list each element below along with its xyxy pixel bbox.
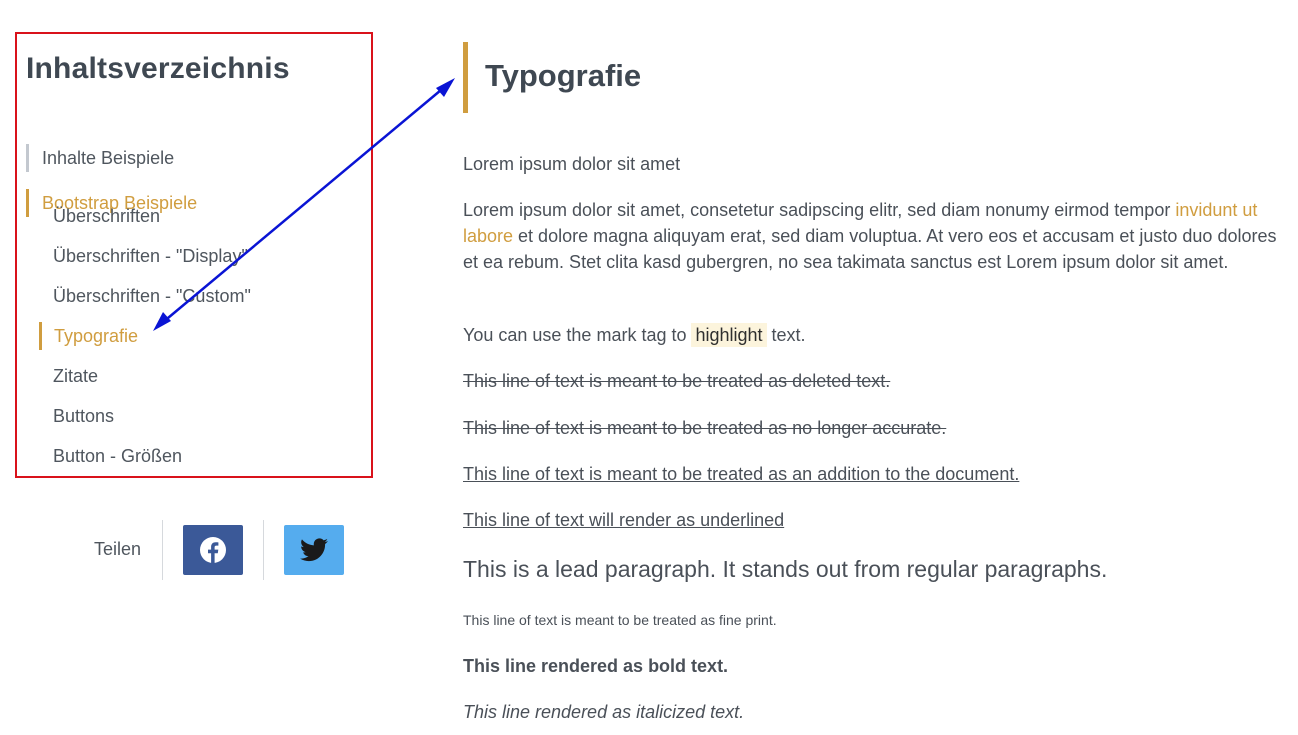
- page-title: Typografie: [485, 58, 642, 93]
- heading-accent-bar: [463, 42, 468, 113]
- paragraph-text: Lorem ipsum dolor sit amet, consetetur s…: [463, 200, 1176, 220]
- twitter-share-button[interactable]: [284, 525, 344, 575]
- lead-paragraph: This is a lead paragraph. It stands out …: [463, 556, 1108, 582]
- facebook-share-button[interactable]: [183, 525, 243, 575]
- mark-text-after: text.: [766, 325, 806, 345]
- toc-item-ueberschriften-display[interactable]: Überschriften - "Display": [53, 245, 248, 267]
- toc-item-typografie[interactable]: Typografie: [39, 322, 138, 350]
- toc-item-buttons[interactable]: Buttons: [53, 405, 114, 427]
- toc-item-ueberschriften[interactable]: Überschriften: [53, 205, 160, 227]
- share-label: Teilen: [94, 539, 142, 559]
- toc-title: Inhaltsverzeichnis: [26, 52, 290, 85]
- toc-item-zitate[interactable]: Zitate: [53, 365, 98, 387]
- toc-item-inhalte-beispiele[interactable]: Inhalte Beispiele: [26, 144, 174, 172]
- inserted-text: This line of text is meant to be treated…: [463, 464, 1020, 484]
- toc-item-button-groessen[interactable]: Button - Größen: [53, 445, 182, 467]
- paragraph-text: et dolore magna aliquyam erat, sed diam …: [463, 226, 1277, 272]
- deleted-text: This line of text is meant to be treated…: [463, 371, 891, 391]
- twitter-icon: [300, 538, 328, 562]
- facebook-icon: [200, 537, 226, 563]
- bold-text: This line rendered as bold text.: [463, 656, 729, 676]
- highlighted-text: highlight: [691, 323, 767, 347]
- strikethrough-text: This line of text is meant to be treated…: [463, 418, 947, 438]
- paragraph-long: Lorem ipsum dolor sit amet, consetetur s…: [463, 197, 1278, 275]
- mark-text-before: You can use the mark tag to: [463, 325, 692, 345]
- share-divider: [162, 520, 163, 580]
- fine-print: This line of text is meant to be treated…: [463, 612, 777, 628]
- paragraph-mark: You can use the mark tag to highlight te…: [463, 322, 1278, 348]
- underlined-text: This line of text will render as underli…: [463, 510, 785, 530]
- italic-text: This line rendered as italicized text.: [463, 702, 745, 722]
- table-of-contents: Inhaltsverzeichnis Inhalte Beispiele Boo…: [15, 32, 373, 478]
- paragraph-short: Lorem ipsum dolor sit amet: [463, 154, 681, 174]
- toc-item-ueberschriften-custom[interactable]: Überschriften - "Custom": [53, 285, 251, 307]
- share-divider: [263, 520, 264, 580]
